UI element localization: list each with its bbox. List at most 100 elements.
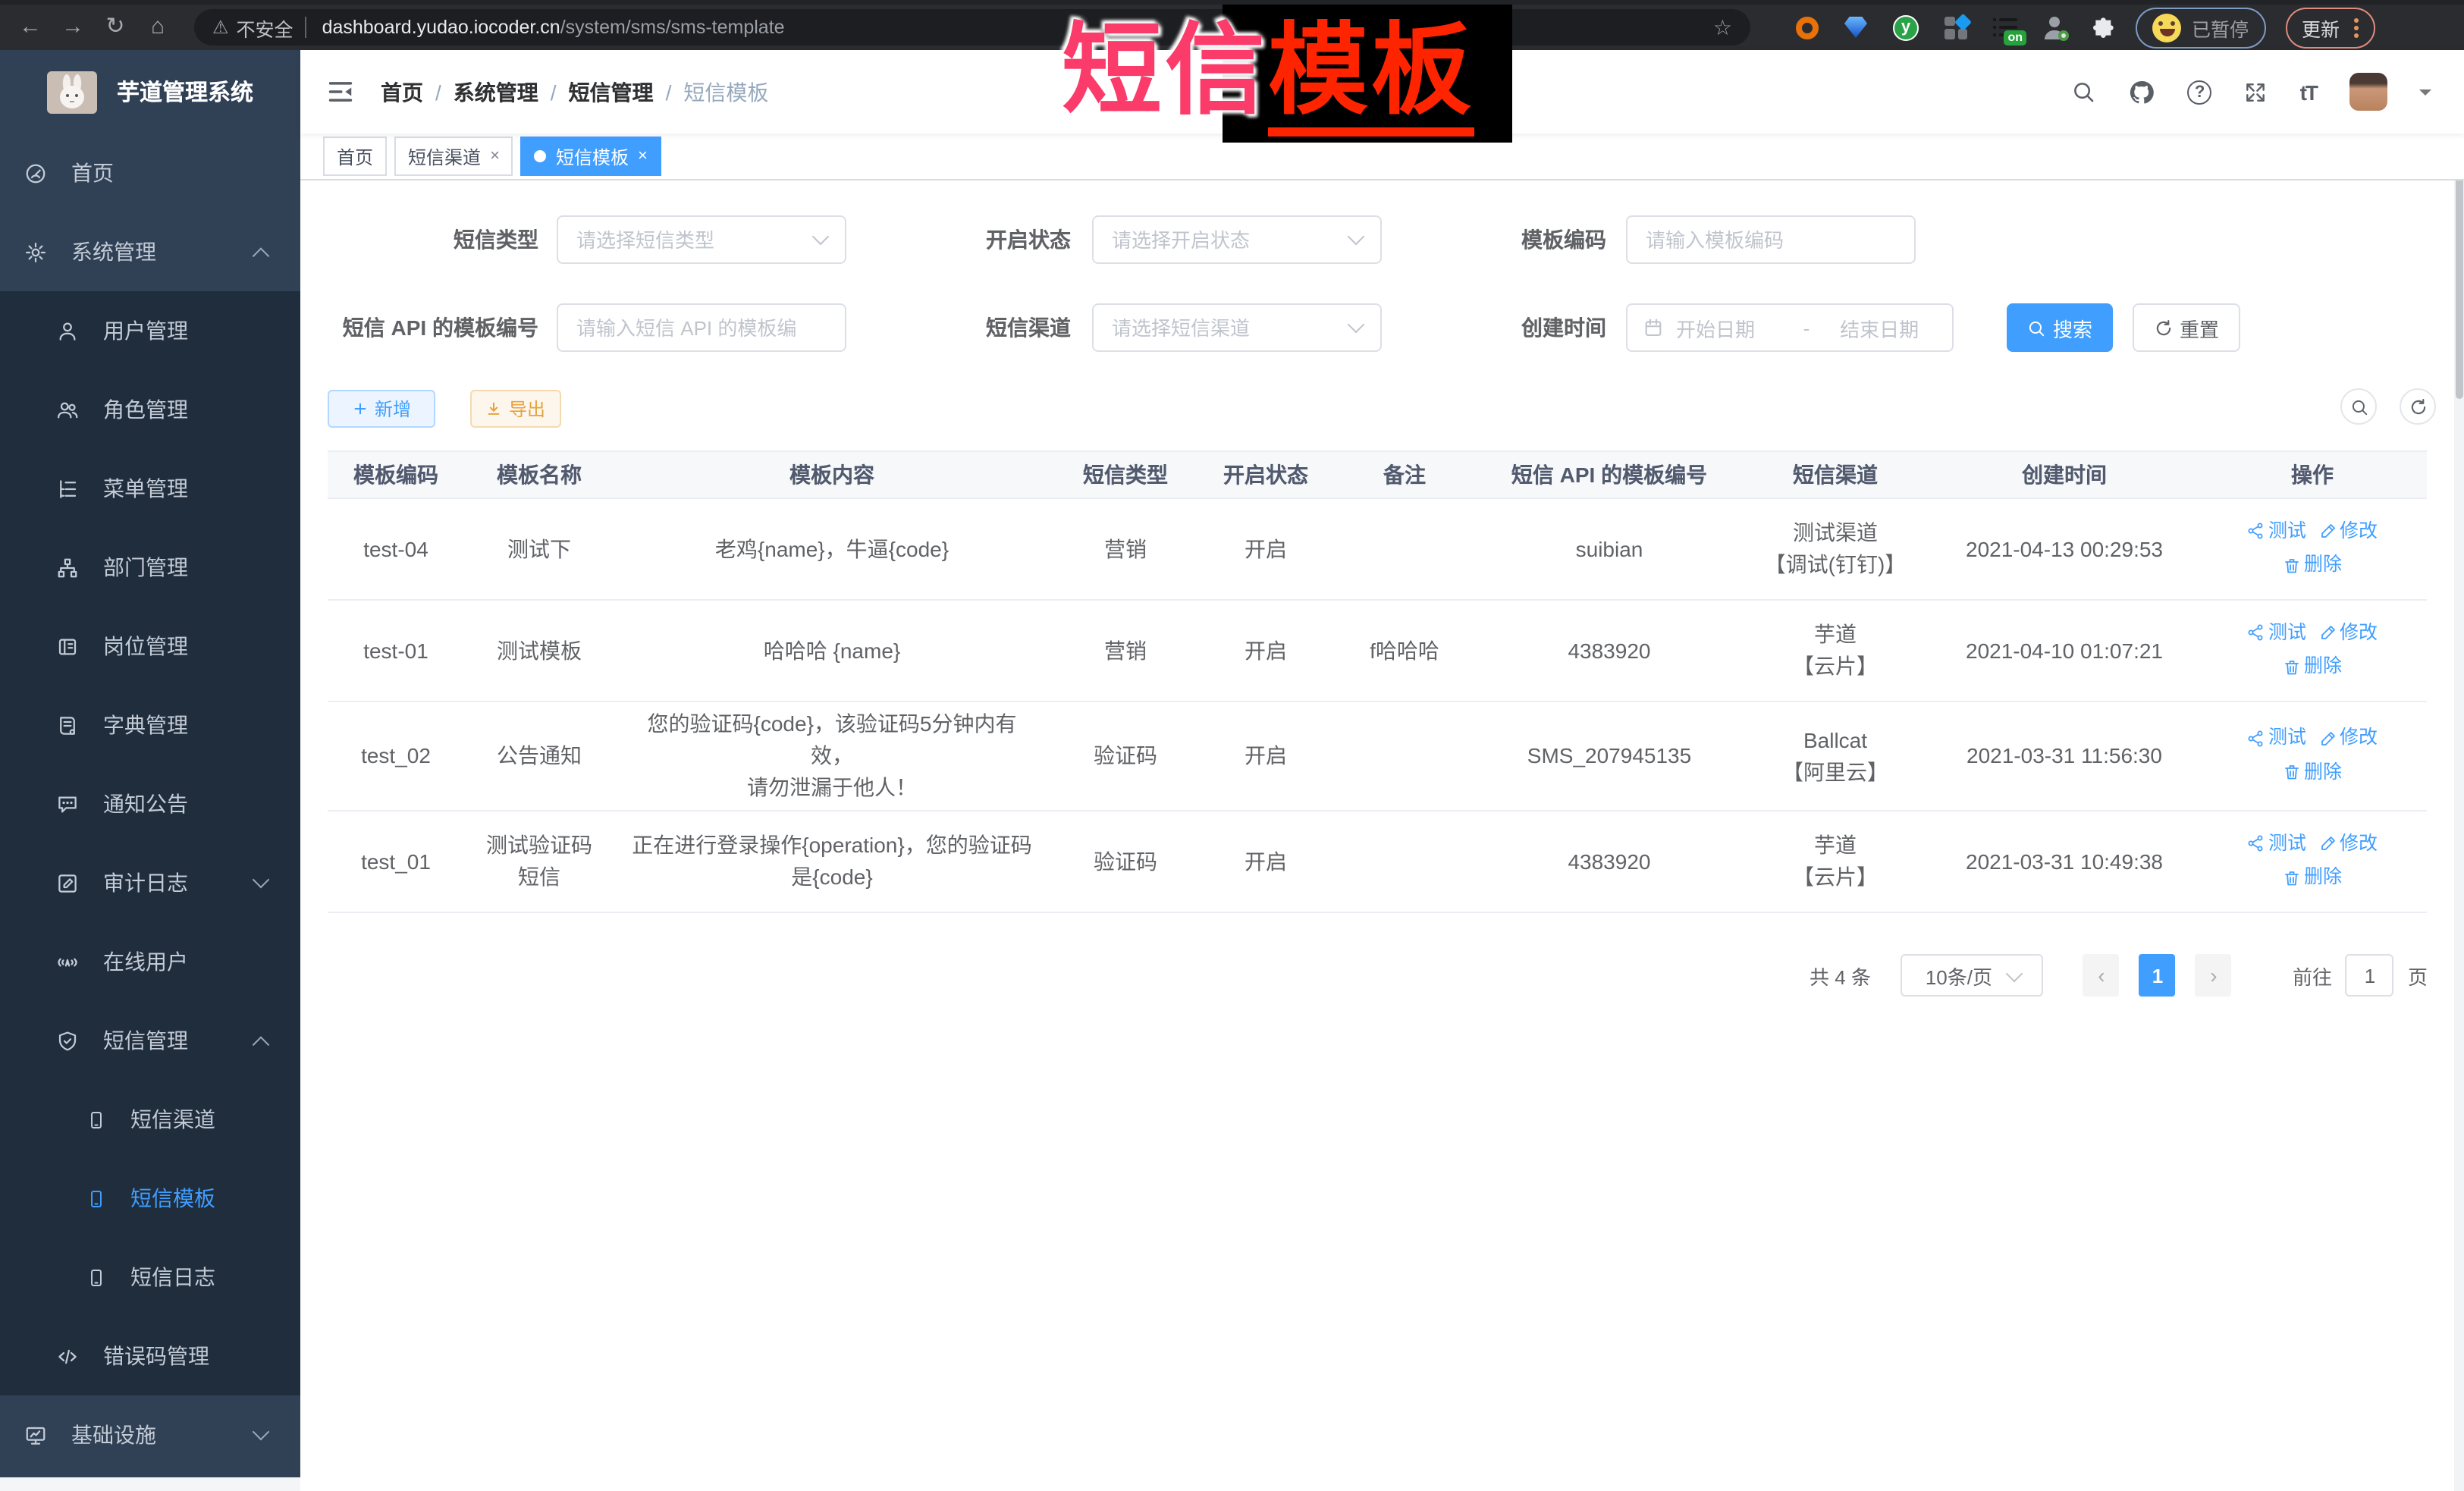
- channel-select[interactable]: [1092, 303, 1382, 352]
- status-input[interactable]: [1094, 228, 1350, 251]
- test-link[interactable]: 测试: [2247, 515, 2306, 547]
- breadcrumb-system[interactable]: 系统管理: [454, 77, 538, 107]
- hamburger-icon[interactable]: [326, 77, 355, 106]
- page-scrollbar[interactable]: [2453, 50, 2464, 1491]
- refresh-icon: [2154, 318, 2174, 337]
- sidebar-item-dept-mgmt[interactable]: 部门管理: [0, 528, 300, 607]
- close-icon[interactable]: ×: [638, 147, 648, 165]
- channel-label: 短信渠道: [919, 303, 1071, 352]
- shield-check-icon: [56, 1029, 79, 1052]
- user-avatar[interactable]: [2349, 73, 2387, 111]
- tab-sms-template[interactable]: 短信模板×: [521, 137, 661, 176]
- sidebar-item-dict-mgmt[interactable]: 字典管理: [0, 686, 300, 764]
- extensions-puzzle-icon[interactable]: [2092, 15, 2116, 39]
- add-button[interactable]: 新增: [328, 390, 435, 428]
- prev-page-button[interactable]: ‹: [2083, 954, 2120, 997]
- announcement-icon: [56, 793, 79, 815]
- sidebar-item-infrastructure[interactable]: 基础设施: [0, 1395, 300, 1474]
- export-button[interactable]: 导出: [470, 390, 561, 428]
- sidebar-item-online-users[interactable]: 在线用户: [0, 922, 300, 1001]
- delete-link[interactable]: 删除: [2283, 651, 2342, 683]
- sidebar-item-home[interactable]: 首页: [0, 133, 300, 212]
- edit-link[interactable]: 修改: [2318, 827, 2378, 859]
- date-range-picker[interactable]: 开始日期 - 结束日期: [1626, 303, 1954, 352]
- share-icon: [2247, 623, 2265, 642]
- test-link[interactable]: 测试: [2247, 827, 2306, 859]
- api-template-input[interactable]: [558, 316, 845, 339]
- page-size-select[interactable]: 10条/页: [1901, 954, 2044, 997]
- sidebar-item-error-code-mgmt[interactable]: 错误码管理: [0, 1317, 300, 1395]
- fullscreen-icon[interactable]: [2244, 80, 2268, 104]
- sidebar-item-sms-channel[interactable]: 短信渠道: [0, 1080, 300, 1159]
- font-size-icon[interactable]: tT: [2300, 80, 2317, 104]
- reset-button[interactable]: 重置: [2133, 303, 2240, 352]
- browser-back-icon[interactable]: ←: [9, 5, 52, 50]
- chevron-down-icon: [1348, 316, 1365, 334]
- browser-update-menu[interactable]: 更新: [2285, 7, 2375, 48]
- sidebar-item-sms-template[interactable]: 短信模板: [0, 1159, 300, 1238]
- edit-link[interactable]: 修改: [2318, 617, 2378, 648]
- extension-ring-icon[interactable]: [1796, 16, 1819, 39]
- test-link[interactable]: 测试: [2247, 617, 2306, 648]
- security-label[interactable]: 不安全: [237, 13, 293, 42]
- help-icon[interactable]: ?: [2188, 80, 2212, 104]
- delete-link[interactable]: 删除: [2283, 862, 2342, 893]
- browser-reload-icon[interactable]: ↻: [94, 5, 137, 50]
- edit-link[interactable]: 修改: [2318, 722, 2378, 754]
- refresh-table-button[interactable]: [2400, 388, 2436, 425]
- browser-menu-dots-icon: [2353, 25, 2358, 30]
- extension-list-icon[interactable]: on: [1993, 16, 2017, 39]
- browser-home-icon[interactable]: ⌂: [137, 5, 179, 50]
- total-count: 共 4 条: [1810, 961, 1871, 990]
- status-select[interactable]: [1092, 215, 1382, 264]
- search-icon[interactable]: [2071, 79, 2097, 105]
- delete-link[interactable]: 删除: [2283, 549, 2342, 581]
- template-code-input[interactable]: [1627, 228, 1914, 251]
- close-icon[interactable]: ×: [490, 147, 500, 165]
- sidebar-item-role-mgmt[interactable]: 角色管理: [0, 370, 300, 449]
- goto-page-input[interactable]: [2346, 954, 2394, 997]
- extension-person-search-icon[interactable]: [2043, 16, 2066, 39]
- edit-link[interactable]: 修改: [2318, 515, 2378, 547]
- sidebar-item-sms-mgmt[interactable]: 短信管理: [0, 1001, 300, 1080]
- sidebar-logo-row[interactable]: 芋道管理系统: [0, 50, 300, 133]
- extension-y-icon[interactable]: y: [1893, 14, 1919, 40]
- col-api-code: 短信 API 的模板编号: [1479, 451, 1740, 498]
- tab-home[interactable]: 首页: [323, 137, 387, 176]
- edit-icon: [2318, 729, 2337, 747]
- next-page-button[interactable]: ›: [2196, 954, 2232, 997]
- bookmark-star-icon[interactable]: ☆: [1713, 14, 1732, 40]
- sidebar-item-user-mgmt[interactable]: 用户管理: [0, 291, 300, 370]
- sidebar-item-sms-log[interactable]: 短信日志: [0, 1238, 300, 1317]
- toggle-search-button[interactable]: [2340, 388, 2377, 425]
- sidebar-item-audit-log[interactable]: 审计日志: [0, 843, 300, 922]
- profile-avatar-emoji: [2152, 13, 2181, 42]
- start-date-placeholder[interactable]: 开始日期: [1676, 313, 1791, 342]
- sidebar-item-notice[interactable]: 通知公告: [0, 764, 300, 843]
- channel-input[interactable]: [1094, 316, 1350, 339]
- extension-gem-icon[interactable]: [1844, 17, 1867, 38]
- sidebar-item-post-mgmt[interactable]: 岗位管理: [0, 607, 300, 686]
- github-icon[interactable]: [2129, 78, 2156, 105]
- api-template-field[interactable]: [557, 303, 846, 352]
- template-code-field[interactable]: [1626, 215, 1916, 264]
- sidebar-item-system-mgmt[interactable]: 系统管理: [0, 212, 300, 291]
- sidebar-item-menu-mgmt[interactable]: 菜单管理: [0, 449, 300, 528]
- breadcrumb-sms[interactable]: 短信管理: [569, 77, 654, 107]
- search-button[interactable]: 搜索: [2007, 303, 2113, 352]
- search-icon: [2349, 397, 2368, 416]
- sms-type-select[interactable]: [557, 215, 846, 264]
- breadcrumb-home[interactable]: 首页: [381, 77, 423, 107]
- caret-down-icon[interactable]: [2418, 89, 2431, 101]
- delete-link[interactable]: 删除: [2283, 756, 2342, 788]
- tab-sms-channel[interactable]: 短信渠道×: [394, 137, 513, 176]
- end-date-placeholder[interactable]: 结束日期: [1822, 313, 1937, 342]
- profile-paused-pill[interactable]: 已暂停: [2136, 7, 2265, 48]
- sms-type-input[interactable]: [558, 228, 815, 251]
- address-bar[interactable]: ⚠ 不安全 dashboard.yudao.iocoder.cn/system/…: [194, 9, 1750, 46]
- current-page[interactable]: 1: [2139, 954, 2176, 997]
- test-link[interactable]: 测试: [2247, 722, 2306, 754]
- extension-grid-icon[interactable]: [1945, 16, 1967, 39]
- browser-forward-icon[interactable]: →: [52, 5, 94, 50]
- url-text[interactable]: dashboard.yudao.iocoder.cn/system/sms/sm…: [322, 17, 785, 38]
